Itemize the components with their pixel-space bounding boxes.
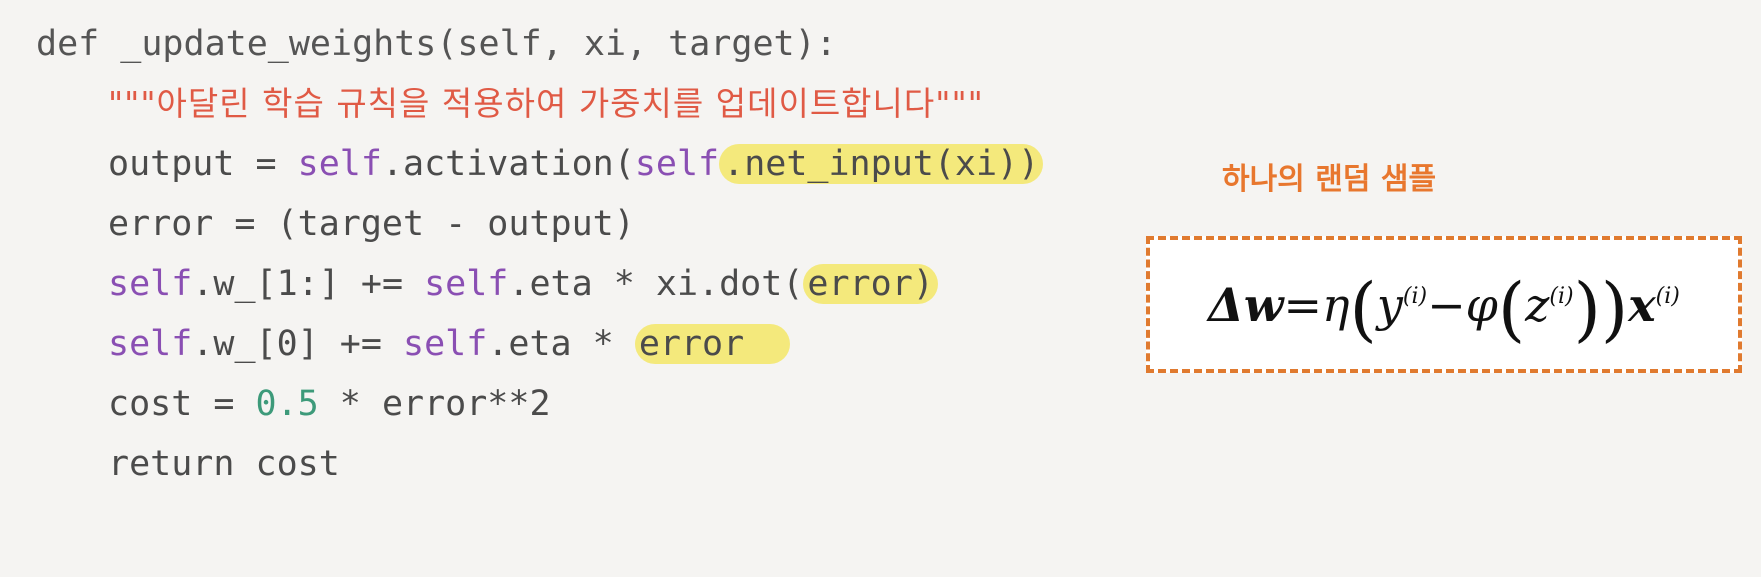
docstring: """아달린 학습 규칙을 적용하여 가중치를 업데이트합니다""" [108, 84, 984, 123]
code-line-w1: self.w_[1:] += self.eta * xi.dot(error) [36, 254, 1043, 314]
self-keyword: self [108, 264, 193, 304]
code-text: .w_[1:] += [192, 264, 425, 304]
self-keyword: self [108, 324, 193, 364]
code-text: .eta * xi.dot( [508, 264, 804, 304]
formula-sup: (i) [1655, 284, 1680, 309]
formula-x: x [1628, 277, 1656, 332]
formula-equals: = [1283, 277, 1322, 332]
formula-paren: ) [1600, 267, 1629, 350]
code-line-return: return cost [36, 434, 1043, 494]
code-text: cost = [108, 384, 256, 424]
formula-sup: (i) [1549, 284, 1574, 309]
def-statement: def _update_weights(self, xi, target): [36, 24, 837, 64]
highlight-error: error [634, 324, 791, 364]
formula-minus: − [1427, 277, 1466, 332]
self-keyword: self [297, 144, 382, 184]
formula-eta: η [1321, 277, 1350, 332]
formula-paren: ) [1573, 267, 1601, 350]
code-line-w0: self.w_[0] += self.eta * error [36, 314, 1043, 374]
formula-phi: φ [1465, 277, 1498, 332]
code-text: return cost [108, 444, 340, 484]
highlight-error: error) [803, 264, 938, 304]
number-literal: 0.5 [255, 384, 319, 424]
random-sample-label: 하나의 랜덤 샘플 [1222, 162, 1437, 197]
formula-y: y [1376, 277, 1403, 332]
code-line-output: output = self.activation(self .net_input(… [36, 134, 1044, 194]
code-line-docstring: """아달린 학습 규칙을 적용하여 가중치를 업데이트합니다""" [36, 74, 1043, 134]
formula-paren: ( [1497, 267, 1526, 350]
code-text: * error**2 [318, 384, 551, 424]
code-text: output = [108, 144, 298, 184]
self-keyword: self [634, 144, 720, 184]
code-text: .activation( [381, 144, 635, 184]
code-block: def _update_weights(self, xi, target): "… [36, 14, 1044, 494]
formula-paren: ( [1349, 267, 1377, 350]
code-text: .w_[0] += [192, 324, 404, 364]
code-line-error: error = (target - output) [36, 194, 1043, 254]
formula-z: z [1525, 277, 1550, 332]
highlight-net-input: .net_input(xi)) [719, 144, 1044, 184]
formula-sup: (i) [1402, 284, 1428, 309]
code-line-cost: cost = 0.5 * error**2 [36, 374, 1043, 434]
code-text: .eta * [487, 324, 635, 364]
self-keyword: self [403, 324, 488, 364]
code-text: error = (target - output) [108, 204, 635, 244]
code-line-def: def _update_weights(self, xi, target): [36, 14, 1043, 74]
self-keyword: self [424, 264, 509, 304]
formula-box: Δw = η ( y (i) − φ ( z (i) ) ) x (i) [1146, 236, 1742, 373]
formula-delta-w: Δw [1208, 277, 1284, 332]
